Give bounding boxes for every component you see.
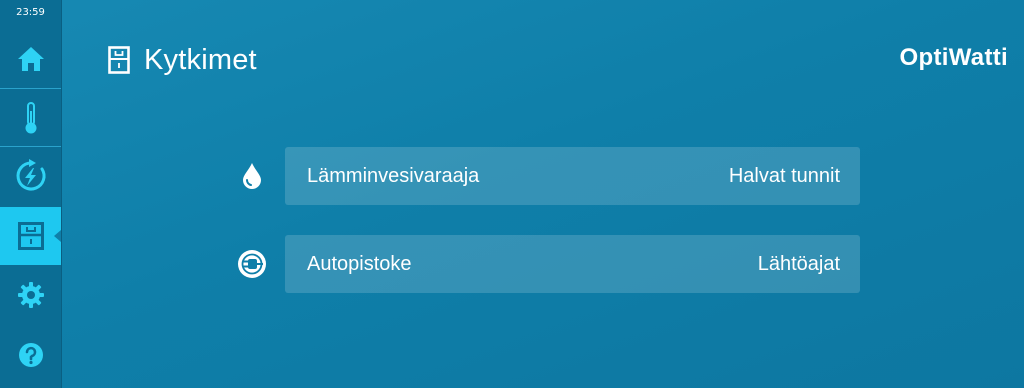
app-screen: 23:59 Kytkimet OptiWatti Lämminvesivaraa… bbox=[0, 0, 1024, 388]
sidebar-item-energy[interactable] bbox=[0, 146, 61, 205]
sidebar-item-home[interactable] bbox=[0, 30, 61, 88]
sidebar-item-switches[interactable] bbox=[0, 207, 61, 265]
home-icon bbox=[17, 47, 44, 71]
switch-icon bbox=[108, 46, 130, 74]
switch-row-label: Lämminvesivaraaja bbox=[307, 164, 480, 187]
page-title: Kytkimet bbox=[144, 43, 257, 76]
water-drop-icon bbox=[237, 161, 267, 191]
energy-bolt-icon bbox=[16, 159, 45, 191]
plug-icon bbox=[237, 249, 267, 279]
switch-row-car-outlet[interactable]: Autopistoke Lähtöajat bbox=[285, 235, 860, 293]
thermometer-icon bbox=[25, 102, 36, 134]
switch-row-water-heater[interactable]: Lämminvesivaraaja Halvat tunnit bbox=[285, 147, 860, 205]
sidebar-item-temperature[interactable] bbox=[0, 88, 61, 147]
sidebar-item-settings[interactable] bbox=[0, 266, 61, 324]
switch-icon bbox=[17, 222, 44, 250]
help-icon bbox=[18, 343, 43, 367]
page-header: Kytkimet bbox=[108, 42, 257, 78]
status-clock: 23:59 bbox=[16, 7, 45, 18]
sidebar: 23:59 bbox=[0, 0, 62, 388]
brand-logo: OptiWatti bbox=[899, 44, 1008, 71]
switch-row-value: Lähtöajat bbox=[757, 252, 840, 275]
sidebar-item-help[interactable] bbox=[0, 326, 61, 384]
gear-icon bbox=[17, 282, 44, 308]
switch-row-value: Halvat tunnit bbox=[728, 164, 840, 187]
switch-row-label: Autopistoke bbox=[307, 252, 412, 275]
